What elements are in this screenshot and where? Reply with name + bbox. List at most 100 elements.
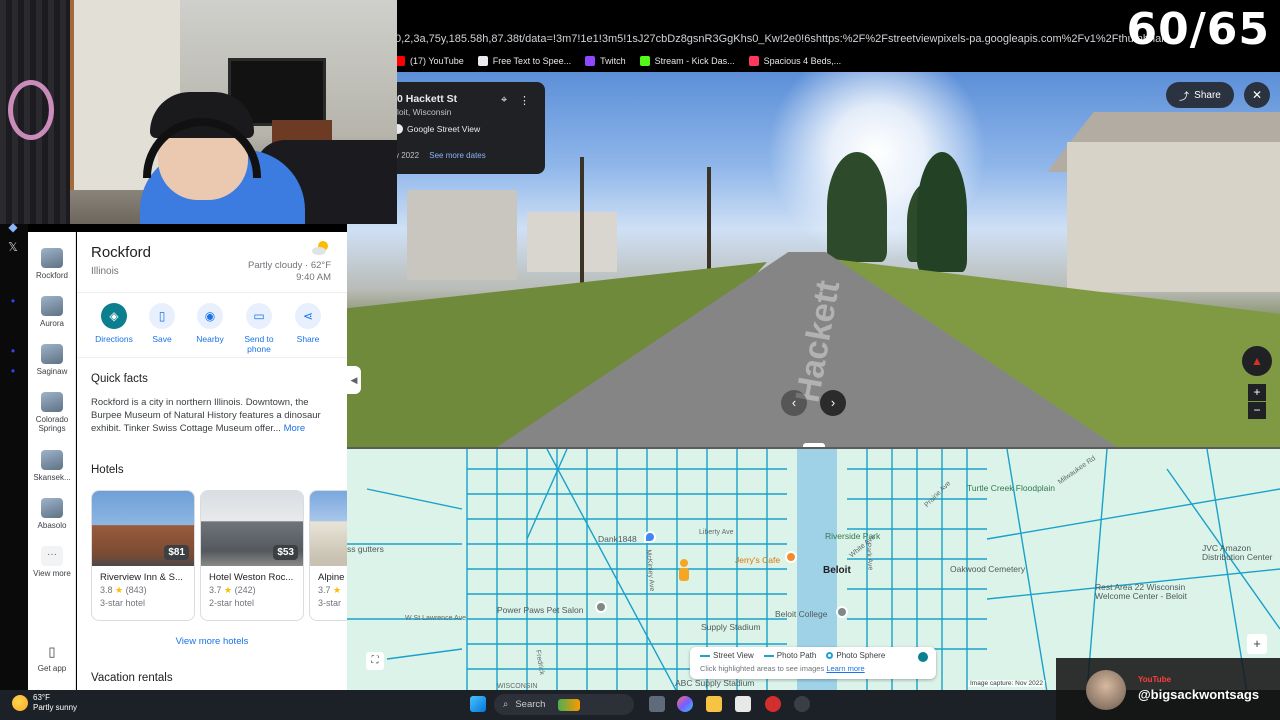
map-label-beloit-college[interactable]: Beloit College <box>775 609 827 619</box>
rail-item-saginaw[interactable]: Saginaw <box>28 344 76 376</box>
place-pin-icon[interactable] <box>644 531 656 543</box>
coverage-toggle[interactable] <box>918 652 928 662</box>
recent-places-rail: Rockford Aurora Saginaw Colorado Springs… <box>28 232 76 690</box>
address-bar[interactable]: 0,2,3a,75y,185.58h,87.38t/data=!3m7!1e1!… <box>395 28 1170 50</box>
map-label-supply-stadium[interactable]: Supply Stadium <box>701 622 761 632</box>
image-capture-note: Image capture: Nov 2022 <box>968 680 1045 687</box>
hotel-card[interactable]: $81 Riverview Inn & S... 3.8 ★ (843) 3-s… <box>91 490 195 621</box>
rail-view-more[interactable]: ··· View more <box>28 546 76 578</box>
rail-item-rockford[interactable]: Rockford <box>28 248 76 280</box>
hotel-class: 2-star hotel <box>209 598 255 608</box>
browser-side-strip: ◆ 𝕏 • • • <box>0 220 28 690</box>
map-label-oakwood-cemetery[interactable]: Oakwood Cemetery <box>950 564 1025 574</box>
star-icon: ★ <box>224 585 233 595</box>
view-more-hotels-link[interactable]: View more hotels <box>77 636 347 647</box>
place-thumbnail <box>41 392 63 412</box>
place-thumbnail <box>41 344 63 364</box>
get-app-button[interactable]: ▯ Get app <box>28 644 76 673</box>
close-street-view-button[interactable]: ✕ <box>1244 82 1270 108</box>
hotel-name: Alpine <box>318 572 345 583</box>
hotel-price: $81 <box>164 545 189 560</box>
previous-arrow-button[interactable]: ‹ <box>781 390 807 416</box>
legend-hint-text: Click highlighted areas to see images <box>700 664 825 673</box>
map-zoom-in-button[interactable]: + <box>1247 634 1267 654</box>
document-icon <box>477 56 488 66</box>
bookmark-tts[interactable]: Free Text to Spee... <box>477 56 572 66</box>
rail-item-aurora[interactable]: Aurora <box>28 296 76 328</box>
map-label-abc-stadium[interactable]: ABC Supply Stadium <box>675 678 754 688</box>
hotel-card[interactable]: $53 Hotel Weston Roc... 3.7 ★ (242) 2-st… <box>200 490 304 621</box>
zoom-out-button[interactable]: − <box>1248 402 1266 419</box>
close-icon: ✕ <box>1251 88 1263 102</box>
rail-item-skansek[interactable]: Skansek... <box>28 450 76 482</box>
map-label-jerrys-cafe[interactable]: Jerry's Cafe <box>735 555 780 565</box>
address-locality: loit, Wisconsin <box>397 107 452 117</box>
bookmark-label: Free Text to Spee... <box>492 56 572 66</box>
share-place-button[interactable]: ⋖ Share <box>283 303 333 344</box>
taskbar-weather-widget[interactable]: 63°F Partly sunny <box>12 693 77 713</box>
vacation-rentals-heading: Vacation rentals <box>91 672 173 684</box>
rail-label: Colorado Springs <box>35 415 69 433</box>
zoom-in-button[interactable]: + <box>1248 384 1266 401</box>
opera-gx-icon[interactable] <box>765 696 781 712</box>
restaurant-pin-icon[interactable] <box>785 551 797 563</box>
taskbar-search[interactable]: ⌕ Search <box>494 694 634 715</box>
bookmark-twitch[interactable]: Twitch <box>585 56 626 66</box>
obs-icon[interactable] <box>794 696 810 712</box>
collapse-panel-button[interactable]: ◀ <box>347 366 361 394</box>
send-to-phone-button[interactable]: ▭ Send to phone <box>234 303 284 354</box>
map-label-beloit[interactable]: Beloit <box>823 565 851 576</box>
learn-more-link[interactable]: Learn more <box>826 664 864 673</box>
map-label-gutters[interactable]: ss gutters <box>347 544 384 554</box>
review-count: (843) <box>125 585 147 595</box>
place-pin-icon[interactable] <box>595 601 607 613</box>
x-icon[interactable]: 𝕏 <box>6 240 20 254</box>
house <box>407 190 517 280</box>
map-label-dank[interactable]: Dank1848 <box>598 534 637 544</box>
place-pin-icon[interactable] <box>836 606 848 618</box>
hotel-card[interactable]: Alpine 3.7 ★ 3-star <box>309 490 347 621</box>
weather-desc: Partly cloudy · 62°F <box>248 260 331 271</box>
map-label-rest-area[interactable]: Rest Area 22 Wisconsin Welcome Center - … <box>1095 583 1205 601</box>
file-explorer-icon[interactable] <box>706 696 722 712</box>
search-icon: ⌕ <box>503 699 509 710</box>
house <box>1067 142 1280 292</box>
share-button[interactable]: ⤴ Share <box>1166 82 1234 108</box>
quick-facts-more-link[interactable]: More <box>284 423 306 434</box>
map-label-pet-salon[interactable]: Power Paws Pet Salon <box>497 605 583 615</box>
webcam-overlay <box>0 0 397 224</box>
plus-icon: + <box>1253 385 1261 399</box>
circle-icon <box>826 652 834 660</box>
copilot-icon[interactable] <box>677 696 693 712</box>
store-icon[interactable] <box>735 696 751 712</box>
hotel-name: Hotel Weston Roc... <box>209 572 294 583</box>
windows-start-icon[interactable] <box>470 696 486 712</box>
minus-icon: − <box>1253 403 1261 417</box>
next-arrow-button[interactable]: › <box>820 390 846 416</box>
bookmark-airbnb[interactable]: Spacious 4 Beds,... <box>748 56 841 66</box>
map-label-state: WISCONSIN <box>497 683 538 690</box>
see-more-dates-link[interactable]: See more dates <box>429 151 485 160</box>
place-details-panel: Rockford Illinois Partly cloudy · 62°F 9… <box>77 232 347 690</box>
dot-icon: • <box>10 294 16 308</box>
rail-item-abasolo[interactable]: Abasolo <box>28 498 76 530</box>
nearby-button[interactable]: ◉ Nearby <box>185 303 235 344</box>
pegman-icon[interactable] <box>678 559 690 581</box>
save-button[interactable]: ▯ Save <box>137 303 187 344</box>
bookmark-youtube[interactable]: (17) YouTube <box>395 56 464 66</box>
location-pin-icon[interactable]: ⌖ <box>501 94 507 107</box>
compass-button[interactable]: ▲ <box>1242 346 1272 376</box>
directions-button[interactable]: ◈ Directions <box>89 303 139 344</box>
rail-label: Saginaw <box>36 367 68 376</box>
map-label-lawrence-ave: W St Lawrence Ave <box>405 615 466 622</box>
rail-item-colorado-springs[interactable]: Colorado Springs <box>28 392 76 433</box>
google-street-view-label: Google Street View <box>393 124 480 134</box>
map-label-jvc[interactable]: JVC Amazon Distribution Center <box>1202 544 1280 562</box>
map-label-turtle-creek[interactable]: Turtle Creek Floodplain <box>967 483 1057 493</box>
app-icon[interactable]: ◆ <box>6 220 20 234</box>
more-vert-icon[interactable]: ⋮ <box>519 94 530 107</box>
task-view-icon[interactable] <box>649 696 665 712</box>
bookmark-kick[interactable]: Stream - Kick Das... <box>639 56 735 66</box>
ring-light <box>8 80 54 140</box>
expand-map-button[interactable]: ⛶ <box>366 652 384 670</box>
